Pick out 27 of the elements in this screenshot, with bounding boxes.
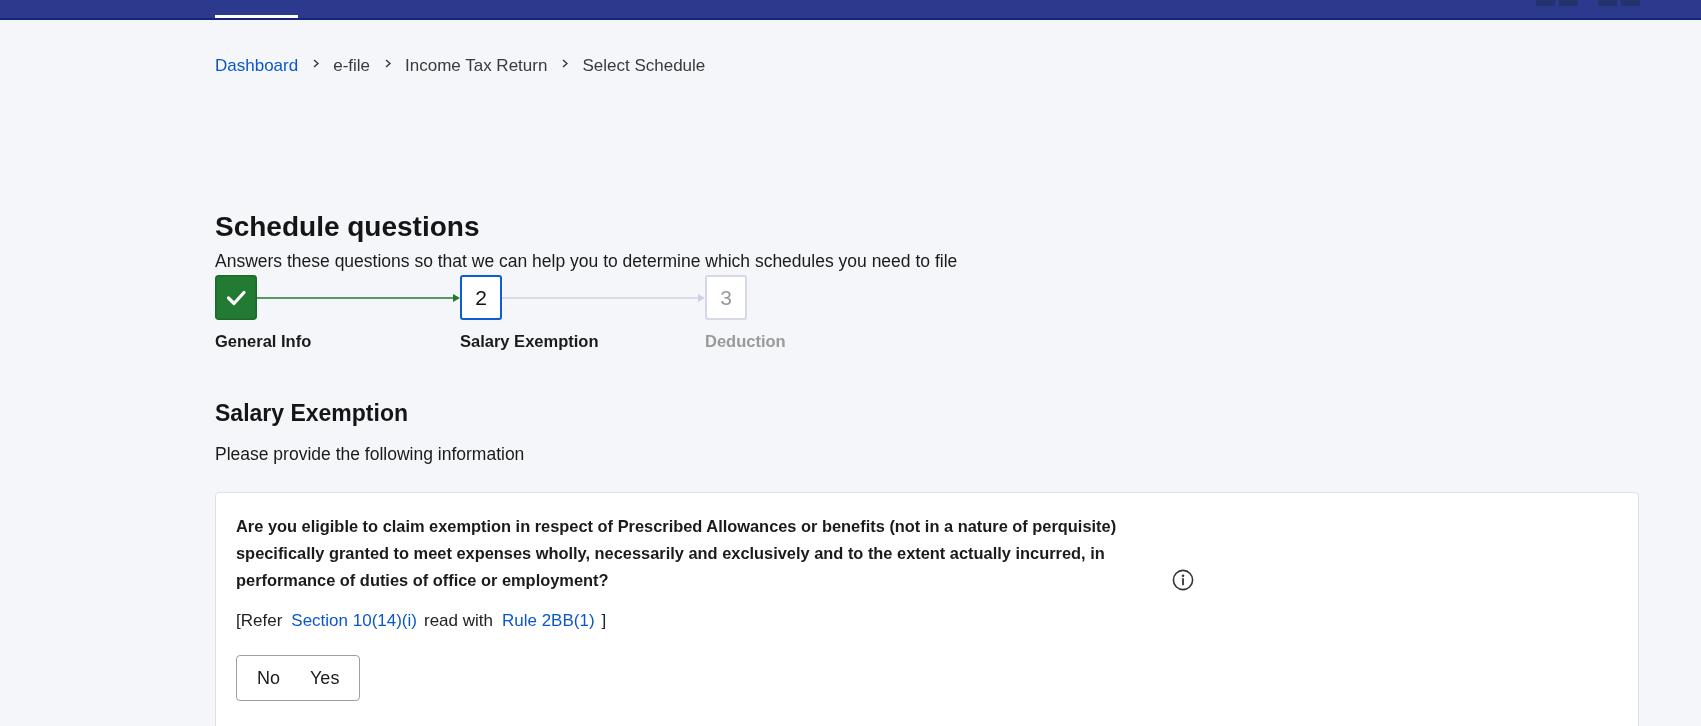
option-button[interactable]: Yes [295, 661, 355, 695]
reference-note: [Refer Section 10(14)(i) read with Rule 2BB(1) ] [236, 610, 608, 631]
step-number: 3 [705, 275, 747, 320]
breadcrumb-item: Income Tax Return [405, 55, 548, 76]
step-label: Salary Exemption [460, 331, 599, 352]
page-title: Schedule questions [215, 210, 481, 244]
option-button[interactable]: No [242, 661, 295, 695]
breadcrumb-item: e-file [333, 55, 371, 76]
section-instruction: Please provide the following information [215, 444, 526, 465]
section-link[interactable]: Section 10(14)(i) [291, 611, 417, 630]
step-number: 2 [460, 275, 502, 320]
header-button[interactable] [1598, 0, 1617, 6]
step-label: Deduction [705, 331, 786, 352]
header-button[interactable] [1559, 0, 1578, 6]
section-link[interactable]: Rule 2BB(1) [501, 611, 595, 630]
chevron-icon [562, 58, 569, 68]
breadcrumb-item: Select Schedule [582, 55, 706, 76]
breadcrumb-link[interactable]: Dashboard [215, 55, 299, 76]
header-button[interactable] [1621, 0, 1640, 6]
question-text: Are you eligible to claim exemption in respect of Prescribed Allowances or benefits (not in a nature of perquisite) specifically granted to meet expenses wholly, necessarily and exclusively and to the extent actually incurred, in performance of duties of office or employment? [236, 516, 1118, 591]
chevron-icon [385, 58, 392, 68]
chevron-icon [313, 58, 320, 68]
page-subtitle: Answers these questions so that we can help you to determine which schedules you need to file [215, 251, 959, 272]
step-label: General Info [215, 331, 312, 352]
header-button[interactable] [1536, 0, 1555, 6]
section-title: Salary Exemption [215, 399, 410, 427]
info-icon[interactable] [1172, 569, 1194, 591]
